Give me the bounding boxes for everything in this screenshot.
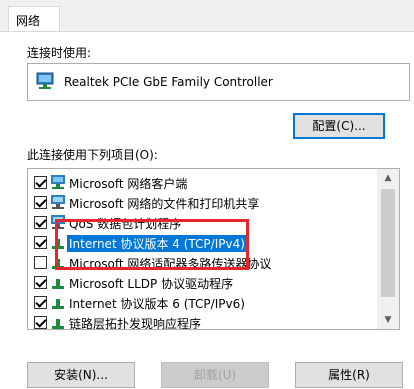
item-checkbox[interactable] — [34, 256, 47, 269]
tab-strip: 网络 — [0, 0, 414, 32]
scroll-up-arrow-icon[interactable]: ▲ — [377, 169, 399, 187]
adapter-name: Realtek PCIe GbE Family Controller — [64, 75, 273, 89]
tab-network[interactable]: 网络 — [8, 6, 60, 32]
item-label: QoS 数据包计划程序 — [69, 217, 182, 231]
network-client-icon — [51, 175, 65, 189]
item-label: Microsoft 网络客户端 — [69, 177, 188, 191]
protocol-icon — [52, 279, 64, 289]
scroll-thumb[interactable] — [381, 189, 395, 297]
item-label: Internet 协议版本 6 (TCP/IPv6) — [69, 297, 245, 311]
vertical-scrollbar[interactable]: ▲ ▼ — [377, 169, 399, 329]
list-item[interactable]: QoS 数据包计划程序 — [28, 212, 378, 233]
list-item[interactable]: Microsoft 网络适配器多路传送器协议 — [28, 252, 378, 273]
item-checkbox[interactable] — [34, 296, 47, 309]
item-label: Microsoft 网络适配器多路传送器协议 — [69, 257, 272, 271]
list-item[interactable]: Microsoft 网络客户端 — [28, 172, 378, 193]
list-item[interactable]: Microsoft 网络的文件和打印机共享 — [28, 192, 378, 213]
item-checkbox[interactable] — [34, 316, 47, 329]
item-checkbox[interactable] — [34, 276, 47, 289]
properties-button[interactable]: 属性(R) — [295, 362, 403, 388]
adapter-box: Realtek PCIe GbE Family Controller — [27, 63, 410, 101]
install-button[interactable]: 安装(N)... — [27, 362, 135, 388]
list-item[interactable]: Microsoft LLDP 协议驱动程序 — [28, 272, 378, 293]
item-checkbox[interactable] — [34, 236, 47, 249]
configure-button[interactable]: 配置(C)... — [293, 113, 385, 139]
protocol-icon — [52, 319, 64, 329]
protocol-icon — [52, 239, 64, 249]
item-label: Microsoft 网络的文件和打印机共享 — [69, 197, 260, 211]
network-service-icon — [51, 215, 65, 229]
list-item[interactable]: 链路层拓扑发现响应程序 — [28, 312, 378, 330]
network-service-icon — [51, 195, 65, 209]
list-item-selected[interactable]: Internet 协议版本 4 (TCP/IPv4) — [28, 232, 378, 253]
item-checkbox[interactable] — [34, 216, 47, 229]
network-adapter-icon — [36, 72, 54, 89]
item-checkbox[interactable] — [34, 176, 47, 189]
item-label: Microsoft LLDP 协议驱动程序 — [69, 277, 234, 291]
item-checkbox[interactable] — [34, 196, 47, 209]
item-label: Internet 协议版本 4 (TCP/IPv4) — [67, 235, 247, 252]
item-label: 链路层拓扑发现响应程序 — [69, 317, 202, 330]
protocol-icon — [52, 259, 64, 269]
scroll-down-arrow-icon[interactable]: ▼ — [377, 311, 399, 329]
uninstall-button[interactable]: 卸载(U) — [161, 362, 269, 388]
items-listbox[interactable]: Microsoft 网络客户端 Microsoft 网络的文件和打印机共享 Qo… — [27, 168, 400, 330]
list-item[interactable]: Internet 协议版本 6 (TCP/IPv6) — [28, 292, 378, 313]
items-label: 此连接使用下列项目(O): — [27, 148, 158, 162]
protocol-icon — [52, 299, 64, 309]
tab-network-label: 网络 — [16, 14, 41, 28]
connection-label: 连接时使用: — [27, 46, 92, 60]
